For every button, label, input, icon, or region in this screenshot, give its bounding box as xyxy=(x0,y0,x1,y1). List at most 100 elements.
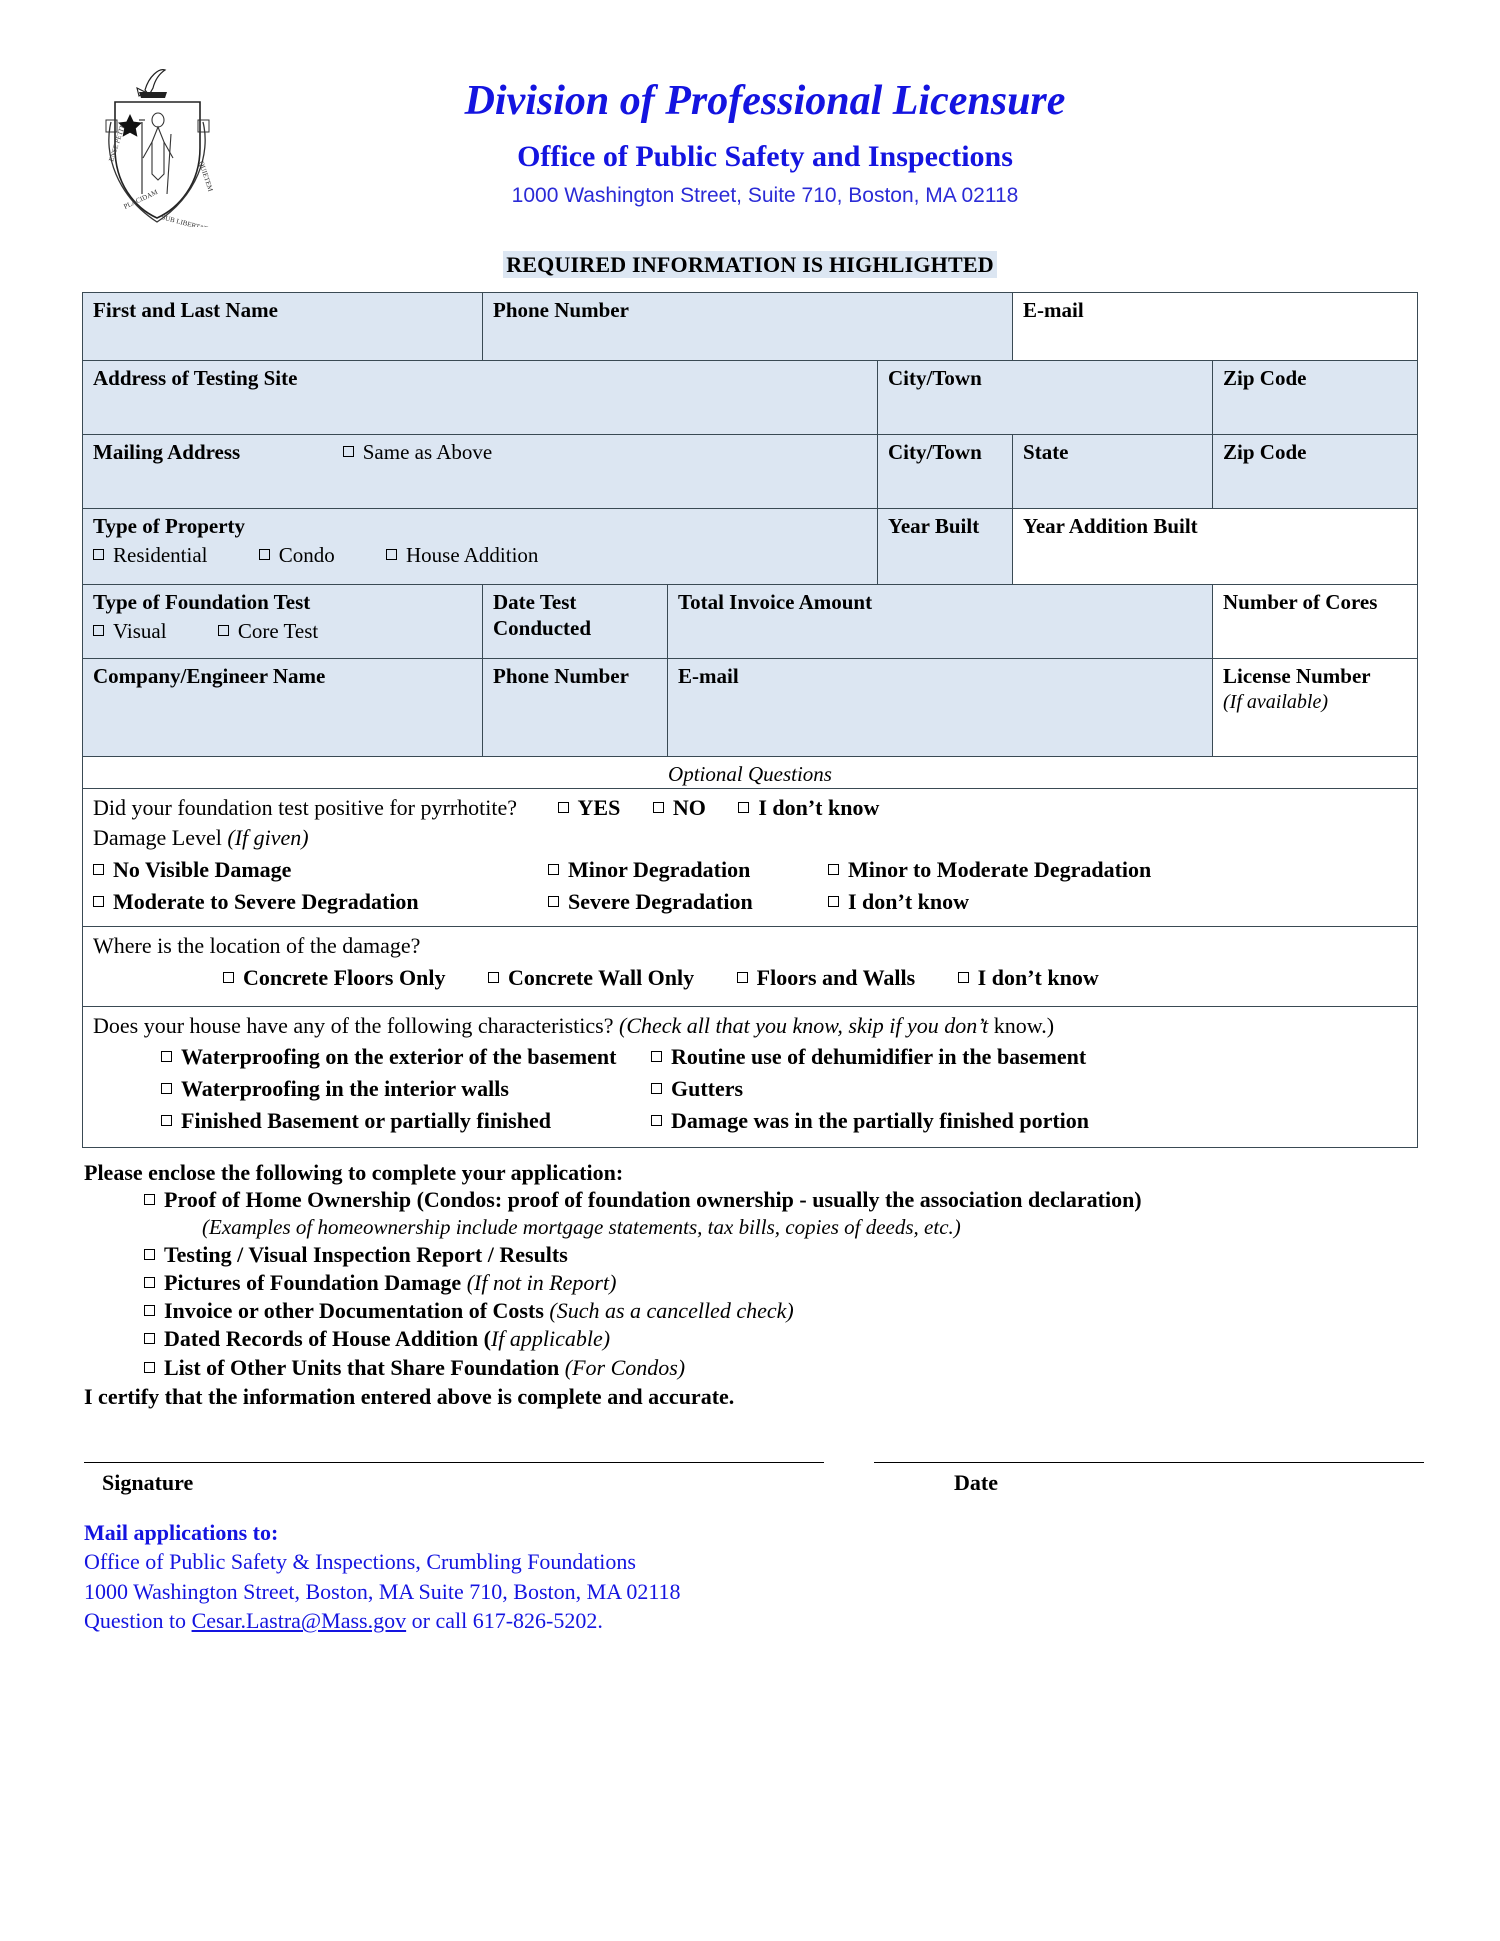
label-zip-code-mailing: Zip Code xyxy=(1223,440,1307,464)
option-no-visible-damage[interactable]: No Visible Damage xyxy=(93,857,548,884)
label-visual: Visual xyxy=(113,618,167,643)
enclosure-item-proof-of-ownership[interactable]: Proof of Home Ownership (Condos: proof o… xyxy=(144,1186,1424,1214)
cell-license-number[interactable]: License Number (If available) xyxy=(1212,658,1419,757)
checkbox-minor-degradation[interactable] xyxy=(548,864,559,876)
option-finished-basement[interactable]: Finished Basement or partially finished xyxy=(161,1108,651,1135)
option-dont-know-location[interactable]: I don’t know xyxy=(957,964,1099,992)
label-dont-know-pyrrhotite: I don’t know xyxy=(758,794,880,820)
checkbox-concrete-floors-only[interactable] xyxy=(223,971,234,983)
signature-section: Signature Date xyxy=(84,1461,1424,1506)
checkbox-dehumidifier[interactable] xyxy=(651,1051,662,1063)
option-residential[interactable]: Residential xyxy=(93,543,207,569)
signature-line[interactable] xyxy=(84,1461,824,1463)
cell-number-of-cores[interactable]: Number of Cores xyxy=(1212,584,1419,659)
svg-text:SUB LIBERTATE: SUB LIBERTATE xyxy=(160,213,212,227)
cell-city-town-site[interactable]: City/Town xyxy=(876,360,1214,435)
label-zip-code-site: Zip Code xyxy=(1223,366,1307,390)
label-dont-know-location: I don’t know xyxy=(977,964,1099,990)
checkbox-minor-to-moderate[interactable] xyxy=(828,864,839,876)
cell-total-invoice-amount[interactable]: Total Invoice Amount xyxy=(666,584,1214,659)
option-waterproofing-exterior[interactable]: Waterproofing on the exterior of the bas… xyxy=(161,1044,651,1071)
option-core-test[interactable]: Core Test xyxy=(217,619,318,645)
cell-company-phone[interactable]: Phone Number xyxy=(482,658,668,757)
enclosure-item-pictures[interactable]: Pictures of Foundation Damage (If not in… xyxy=(144,1269,1424,1297)
checkbox-dont-know-pyrrhotite[interactable] xyxy=(738,801,750,813)
cell-zip-code-site[interactable]: Zip Code xyxy=(1212,360,1419,435)
enclosure-item-invoice[interactable]: Invoice or other Documentation of Costs … xyxy=(144,1297,1424,1325)
option-concrete-wall-only[interactable]: Concrete Wall Only xyxy=(487,965,694,992)
checkbox-same-as-above[interactable] xyxy=(342,446,354,457)
option-dehumidifier[interactable]: Routine use of dehumidifier in the basem… xyxy=(651,1044,1086,1071)
checkbox-waterproofing-interior[interactable] xyxy=(161,1083,172,1095)
cell-year-built[interactable]: Year Built xyxy=(876,508,1014,585)
option-gutters[interactable]: Gutters xyxy=(651,1076,743,1103)
cell-year-addition-built[interactable]: Year Addition Built xyxy=(1012,508,1419,585)
option-minor-degradation[interactable]: Minor Degradation xyxy=(548,857,828,884)
checkbox-dont-know-damage[interactable] xyxy=(828,896,839,908)
checkbox-dont-know-location[interactable] xyxy=(957,971,969,983)
option-severe-degradation[interactable]: Severe Degradation xyxy=(548,889,828,916)
date-line[interactable] xyxy=(874,1461,1424,1463)
option-damage-partially-finished[interactable]: Damage was in the partially finished por… xyxy=(651,1108,1089,1135)
option-condo[interactable]: Condo xyxy=(258,543,335,569)
cell-zip-code-mailing[interactable]: Zip Code xyxy=(1212,434,1419,509)
cell-phone-number[interactable]: Phone Number xyxy=(481,292,1014,361)
checkbox-residential[interactable] xyxy=(93,548,104,560)
option-concrete-floors-only[interactable]: Concrete Floors Only xyxy=(223,965,445,992)
label-floors-and-walls: Floors and Walls xyxy=(756,964,916,990)
checkbox-damage-partially-finished[interactable] xyxy=(651,1115,662,1127)
option-visual[interactable]: Visual xyxy=(93,619,167,645)
characteristics-row-2: Waterproofing in the interior walls Gutte… xyxy=(161,1076,1417,1103)
checkbox-proof-of-ownership[interactable] xyxy=(144,1193,155,1205)
option-waterproofing-interior[interactable]: Waterproofing in the interior walls xyxy=(161,1076,651,1103)
option-dont-know-damage[interactable]: I don’t know xyxy=(828,889,969,916)
label-same-as-above: Same as Above xyxy=(362,440,493,464)
checkbox-floors-and-walls[interactable] xyxy=(736,971,748,983)
option-dont-know-pyrrhotite[interactable]: I don’t know xyxy=(738,795,879,822)
enclosure-item-other-units[interactable]: List of Other Units that Share Foundatio… xyxy=(144,1354,1424,1382)
cell-email[interactable]: E-mail xyxy=(1012,292,1419,361)
enclosure-item-house-addition-records[interactable]: Dated Records of House Addition (If appl… xyxy=(144,1325,1424,1353)
cell-state[interactable]: State xyxy=(1012,434,1214,509)
label-pictures: Pictures of Foundation Damage xyxy=(164,1270,467,1296)
checkbox-no[interactable] xyxy=(652,801,664,813)
table-row-testing-site: Address of Testing Site City/Town Zip Co… xyxy=(82,360,1419,435)
checkbox-concrete-wall-only[interactable] xyxy=(487,971,499,983)
label-proof-of-ownership: Proof of Home Ownership (Condos: proof o… xyxy=(164,1186,1142,1212)
checkbox-gutters[interactable] xyxy=(651,1083,662,1095)
option-moderate-to-severe[interactable]: Moderate to Severe Degradation xyxy=(93,889,548,916)
checkbox-visual[interactable] xyxy=(93,624,104,636)
checkbox-yes[interactable] xyxy=(557,801,569,813)
enclosure-item-testing-report[interactable]: Testing / Visual Inspection Report / Res… xyxy=(144,1241,1424,1269)
cell-company-email[interactable]: E-mail xyxy=(666,658,1214,757)
checkbox-pictures[interactable] xyxy=(144,1277,155,1289)
checkbox-condo[interactable] xyxy=(258,548,270,560)
checkbox-severe-degradation[interactable] xyxy=(548,896,559,908)
checkbox-invoice[interactable] xyxy=(144,1305,155,1317)
cell-mailing-address[interactable]: Mailing Address Same as Above xyxy=(82,434,878,509)
option-no[interactable]: NO xyxy=(652,795,706,822)
option-yes[interactable]: YES xyxy=(557,795,620,822)
checkbox-other-units[interactable] xyxy=(144,1361,155,1373)
checkbox-testing-report[interactable] xyxy=(144,1248,155,1260)
contact-email-link[interactable]: Cesar.Lastra@Mass.gov xyxy=(192,1608,407,1633)
cell-address-testing-site[interactable]: Address of Testing Site xyxy=(82,360,878,435)
cell-city-town-mailing[interactable]: City/Town xyxy=(876,434,1014,509)
option-house-addition[interactable]: House Addition xyxy=(386,543,538,569)
option-minor-to-moderate[interactable]: Minor to Moderate Degradation xyxy=(828,857,1151,884)
cell-company-engineer-name[interactable]: Company/Engineer Name xyxy=(82,658,483,757)
checkbox-house-addition-records[interactable] xyxy=(144,1333,155,1345)
cell-first-last-name[interactable]: First and Last Name xyxy=(82,292,483,361)
checkbox-moderate-to-severe[interactable] xyxy=(93,896,104,908)
checkbox-finished-basement[interactable] xyxy=(161,1115,172,1127)
checkbox-waterproofing-exterior[interactable] xyxy=(161,1051,172,1063)
checkbox-core-test[interactable] xyxy=(217,624,229,636)
label-pictures-note: (If not in Report) xyxy=(466,1270,617,1296)
checkbox-house-addition[interactable] xyxy=(386,548,397,560)
office-address: 1000 Washington Street, Suite 710, Bosto… xyxy=(511,184,1019,208)
label-concrete-floors-only: Concrete Floors Only xyxy=(243,964,446,990)
label-state: State xyxy=(1023,440,1069,464)
cell-date-test-conducted[interactable]: Date Test Conducted xyxy=(482,584,668,659)
checkbox-no-visible-damage[interactable] xyxy=(93,864,104,876)
option-floors-and-walls[interactable]: Floors and Walls xyxy=(736,964,916,992)
